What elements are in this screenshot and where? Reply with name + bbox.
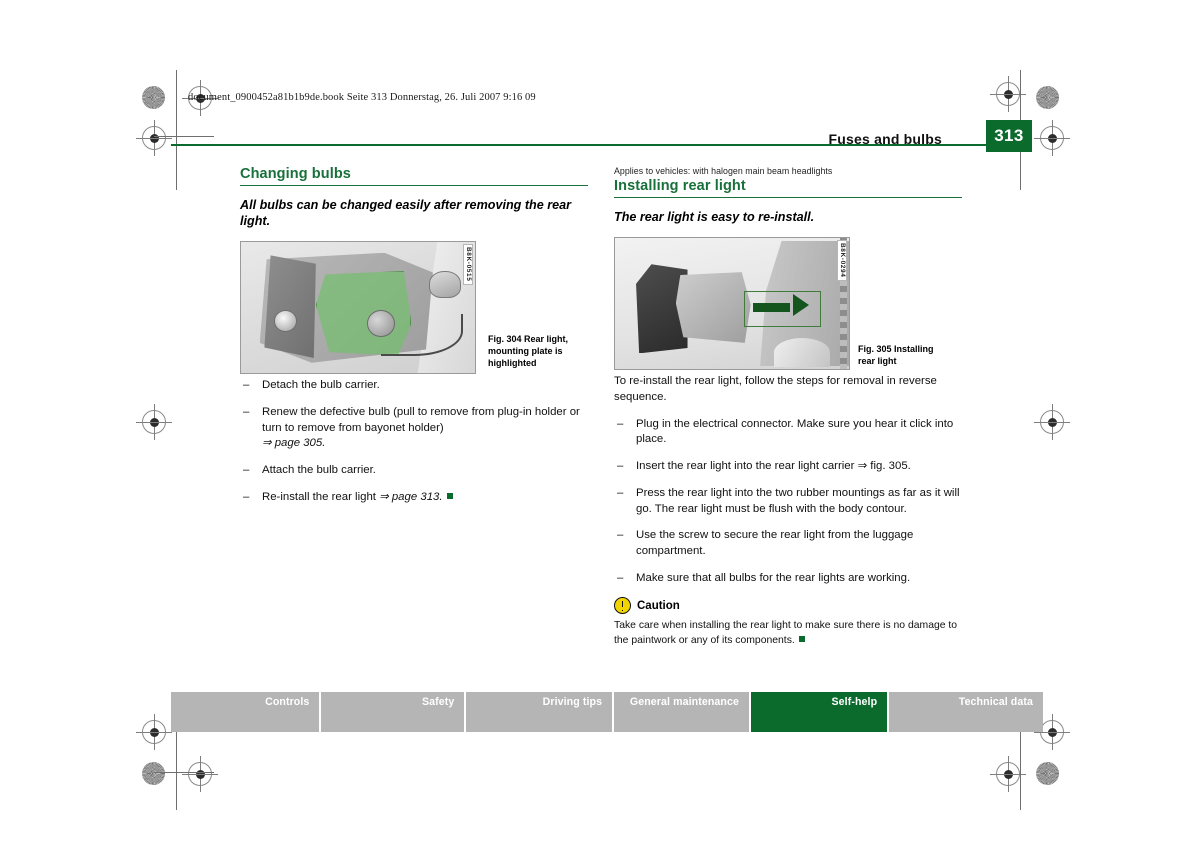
footer-tab-label: Controls	[265, 696, 310, 708]
step-cross-reference[interactable]: ⇒ page 313.	[379, 491, 442, 503]
step-text: Plug in the electrical connector. Make s…	[636, 417, 954, 446]
registration-target-top-right	[990, 76, 1026, 112]
registration-target-bottom-left	[182, 756, 218, 792]
warning-exclamation-icon	[614, 597, 631, 615]
list-item: – Detach the bulb carrier.	[240, 378, 588, 394]
list-dash: –	[617, 460, 624, 473]
step-text: Detach the bulb carrier.	[262, 379, 380, 392]
list-item: – Use the screw to secure the rear light…	[614, 528, 962, 559]
figure-305-code: B8K-0294	[836, 240, 847, 281]
footer-tab-general-maintenance[interactable]: General maintenance	[614, 692, 751, 732]
footer-tab-self-help[interactable]: Self-help	[750, 692, 890, 732]
caution-text: Take care when installing the rear light…	[614, 619, 962, 649]
registration-target-right-upper	[1034, 120, 1070, 156]
step-text: Insert the rear light into the rear ligh…	[636, 460, 911, 473]
right-heading-divider	[614, 197, 962, 198]
left-subhead: All bulbs can be changed easily after re…	[240, 198, 572, 229]
list-item: – Press the rear light into the two rubb…	[614, 486, 962, 517]
list-item: – Plug in the electrical connector. Make…	[614, 417, 962, 448]
insertion-direction-arrow	[753, 294, 810, 318]
registration-target-left-lower	[136, 714, 172, 750]
header-divider	[171, 144, 986, 146]
list-item: – Renew the defective bulb (pull to remo…	[240, 405, 588, 452]
list-item: – Insert the rear light into the rear li…	[614, 459, 962, 475]
step-cross-reference[interactable]: ⇒ page 305.	[262, 437, 325, 449]
figure-304-code: B8K-0515	[462, 244, 473, 285]
footer-tab-technical-data[interactable]: Technical data	[889, 692, 1043, 732]
list-dash: –	[243, 464, 250, 477]
list-item: – Attach the bulb carrier.	[240, 463, 588, 479]
list-dash: –	[243, 490, 250, 503]
right-subhead: The rear light is easy to re-install.	[614, 210, 815, 224]
left-heading-divider	[240, 185, 588, 186]
list-dash: –	[617, 571, 624, 584]
step-text: Use the screw to secure the rear light f…	[636, 529, 914, 557]
caution-label: Caution	[637, 599, 680, 612]
caution-body: Take care when installing the rear light…	[614, 620, 958, 647]
list-dash: –	[243, 379, 250, 392]
step-text: Renew the defective bulb (pull to remove…	[262, 405, 580, 434]
document-meta-line: document_0900452a81b1b9de.book Seite 313…	[188, 92, 536, 103]
section-end-mark	[798, 636, 805, 643]
applies-to-note: Applies to vehicles: with halogen main b…	[614, 166, 833, 176]
list-dash: –	[243, 405, 250, 418]
footer-tab-label: Self-help	[831, 696, 878, 708]
registration-rosette-top-right	[1036, 86, 1059, 109]
footer-tab-safety[interactable]: Safety	[321, 692, 467, 732]
right-column: Applies to vehicles: with halogen main b…	[614, 166, 962, 649]
figure-305: B8K-0294	[614, 237, 850, 371]
footer-tab-label: Driving tips	[542, 696, 603, 708]
step-text: Attach the bulb carrier.	[262, 464, 376, 477]
footer-tab-label: Technical data	[958, 696, 1033, 708]
footer-tab-controls[interactable]: Controls	[171, 692, 322, 732]
footer-tab-label: Safety	[422, 696, 455, 708]
footer-tab-driving-tips[interactable]: Driving tips	[466, 692, 615, 732]
registration-target-left-middle	[136, 404, 172, 440]
crop-line-top	[154, 136, 214, 137]
step-text: Make sure that all bulbs for the rear li…	[636, 571, 911, 584]
figure-304: B8K-0515	[240, 241, 476, 375]
figure-305-artwork	[615, 238, 849, 370]
figure-304-artwork	[241, 242, 475, 374]
footer-tab-label: General maintenance	[629, 696, 739, 708]
section-end-mark	[446, 492, 453, 499]
registration-rosette-bottom-left	[142, 762, 165, 785]
caution-header: Caution	[614, 597, 962, 615]
registration-rosette-top-left	[142, 86, 165, 109]
step-text: Re-install the rear light	[262, 490, 376, 503]
right-intro-paragraph: To re-install the rear light, follow the…	[614, 375, 937, 403]
left-steps-list: – Detach the bulb carrier. – Renew the d…	[240, 378, 588, 505]
registration-target-right-lower	[1034, 714, 1070, 750]
left-section-heading: Changing bulbs	[240, 166, 351, 182]
registration-target-right-middle	[1034, 404, 1070, 440]
footer-navigation: Controls Safety Driving tips General mai…	[171, 692, 1043, 732]
step-text: Press the rear light into the two rubber…	[636, 486, 960, 515]
registration-target-left-upper	[136, 120, 172, 156]
figure-304-caption: Fig. 304 Rear light, mounting plate is h…	[488, 334, 569, 368]
registration-target-bottom-right	[990, 756, 1026, 792]
registration-rosette-bottom-right	[1036, 762, 1059, 785]
crop-line-left-vertical	[176, 70, 177, 190]
list-dash: –	[617, 417, 624, 430]
page-number-badge: 313	[986, 120, 1032, 152]
right-section-heading: Installing rear light	[614, 178, 746, 194]
figure-305-caption: Fig. 305 Installing rear light	[858, 344, 934, 366]
list-item: – Make sure that all bulbs for the rear …	[614, 571, 962, 587]
list-item: – Re-install the rear light ⇒ page 313.	[240, 490, 588, 506]
list-dash: –	[617, 529, 624, 542]
crop-line-bottom	[154, 772, 214, 773]
list-dash: –	[617, 486, 624, 499]
right-steps-list: – Plug in the electrical connector. Make…	[614, 417, 962, 587]
